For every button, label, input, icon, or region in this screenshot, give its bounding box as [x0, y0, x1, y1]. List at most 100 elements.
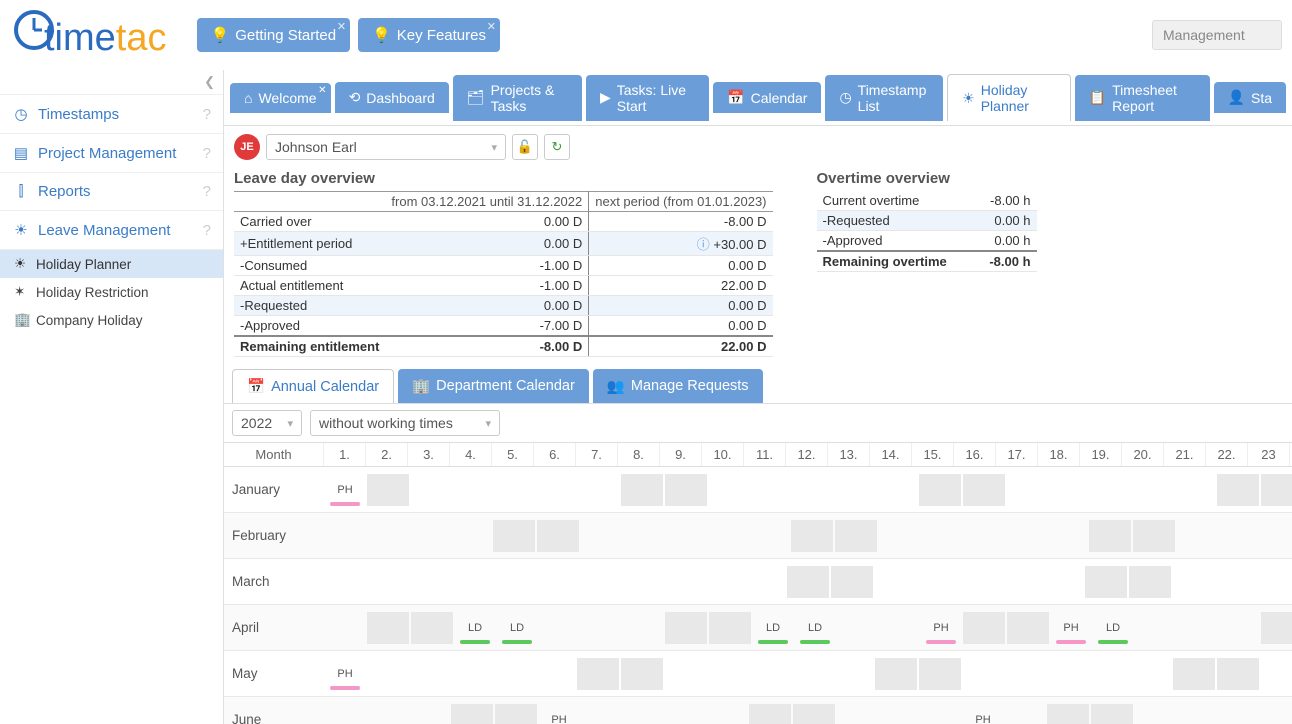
- day-cell[interactable]: [1089, 520, 1131, 552]
- day-cell[interactable]: [1217, 474, 1259, 506]
- day-cell[interactable]: PH: [920, 610, 962, 646]
- cal-tab-manage-requests[interactable]: 👥Manage Requests: [593, 369, 763, 403]
- day-cell[interactable]: [451, 704, 493, 724]
- day-cell[interactable]: [878, 518, 920, 554]
- day-cell[interactable]: [578, 472, 620, 508]
- day-cell[interactable]: [580, 610, 622, 646]
- day-cell[interactable]: [1174, 472, 1216, 508]
- day-cell[interactable]: [793, 704, 835, 724]
- day-cell[interactable]: [706, 702, 748, 724]
- day-cell[interactable]: [450, 656, 492, 692]
- day-cell[interactable]: PH: [324, 472, 366, 508]
- day-cell[interactable]: [874, 564, 916, 600]
- day-cell[interactable]: [962, 656, 1004, 692]
- day-cell[interactable]: [452, 472, 494, 508]
- day-cell[interactable]: LD: [752, 610, 794, 646]
- day-cell[interactable]: [1218, 610, 1260, 646]
- day-cell[interactable]: [367, 474, 409, 506]
- day-cell[interactable]: [1173, 658, 1215, 690]
- day-cell[interactable]: [1176, 610, 1218, 646]
- day-cell[interactable]: [665, 474, 707, 506]
- day-cell[interactable]: [621, 658, 663, 690]
- close-icon[interactable]: ✕: [487, 20, 496, 33]
- day-cell[interactable]: [536, 472, 578, 508]
- day-cell[interactable]: [831, 566, 873, 598]
- day-cell[interactable]: [1047, 704, 1089, 724]
- help-icon[interactable]: ?: [203, 222, 211, 239]
- tab-dashboard[interactable]: ⟲Dashboard: [335, 82, 449, 113]
- day-cell[interactable]: [1091, 704, 1133, 724]
- help-icon[interactable]: ?: [203, 145, 211, 162]
- day-cell[interactable]: [836, 702, 878, 724]
- day-cell[interactable]: [580, 518, 622, 554]
- tab-timestamp-list[interactable]: ◷Timestamp List: [825, 75, 943, 121]
- day-cell[interactable]: [1048, 472, 1090, 508]
- tab-welcome[interactable]: ⌂Welcome✕: [230, 83, 331, 113]
- day-cell[interactable]: [664, 518, 706, 554]
- help-icon[interactable]: ?: [203, 106, 211, 123]
- day-cell[interactable]: [1134, 610, 1176, 646]
- day-cell[interactable]: [576, 564, 618, 600]
- day-cell[interactable]: [618, 564, 660, 600]
- day-cell[interactable]: [408, 702, 450, 724]
- day-cell[interactable]: [366, 656, 408, 692]
- hint-button-0[interactable]: 💡Getting Started✕: [197, 18, 351, 52]
- day-cell[interactable]: [875, 658, 917, 690]
- refresh-button[interactable]: ↻: [544, 134, 570, 160]
- day-cell[interactable]: [538, 610, 580, 646]
- tab-calendar[interactable]: 📅Calendar: [713, 82, 821, 113]
- day-cell[interactable]: [706, 518, 748, 554]
- day-cell[interactable]: [622, 702, 664, 724]
- day-cell[interactable]: [580, 702, 622, 724]
- day-cell[interactable]: [876, 472, 918, 508]
- cal-tab-department-calendar[interactable]: 🏢Department Calendar: [398, 369, 589, 403]
- day-cell[interactable]: [1214, 564, 1256, 600]
- day-cell[interactable]: LD: [496, 610, 538, 646]
- day-cell[interactable]: [1260, 518, 1292, 554]
- day-cell[interactable]: [366, 564, 408, 600]
- day-cell[interactable]: [493, 520, 535, 552]
- year-select[interactable]: 2022▾: [232, 410, 302, 436]
- day-cell[interactable]: [958, 564, 1000, 600]
- day-cell[interactable]: [450, 564, 492, 600]
- day-cell[interactable]: [919, 474, 961, 506]
- day-cell[interactable]: [1000, 564, 1042, 600]
- day-cell[interactable]: [1218, 702, 1260, 724]
- day-cell[interactable]: [706, 656, 748, 692]
- day-cell[interactable]: [792, 472, 834, 508]
- day-cell[interactable]: [660, 564, 702, 600]
- day-cell[interactable]: [534, 564, 576, 600]
- sidebar-collapse[interactable]: ❮: [0, 70, 223, 95]
- day-cell[interactable]: [450, 518, 492, 554]
- close-icon[interactable]: ✕: [318, 85, 326, 96]
- tab-tasks-live-start[interactable]: ▶Tasks: Live Start: [586, 75, 709, 121]
- day-cell[interactable]: [495, 704, 537, 724]
- tab-projects-tasks[interactable]: 🗂Projects & Tasks: [453, 75, 582, 121]
- day-cell[interactable]: [919, 658, 961, 690]
- day-cell[interactable]: [1004, 518, 1046, 554]
- day-cell[interactable]: [1218, 518, 1260, 554]
- day-cell[interactable]: [411, 612, 453, 644]
- day-cell[interactable]: [665, 612, 707, 644]
- day-cell[interactable]: [1130, 656, 1172, 692]
- day-cell[interactable]: [744, 564, 786, 600]
- day-cell[interactable]: PH: [538, 702, 580, 724]
- day-cell[interactable]: [1172, 564, 1214, 600]
- unlock-button[interactable]: 🔓: [512, 134, 538, 160]
- day-cell[interactable]: [324, 702, 366, 724]
- day-cell[interactable]: [1129, 566, 1171, 598]
- info-icon[interactable]: ⓘ: [697, 237, 710, 252]
- sidebar-item-reports[interactable]: ⫿Reports?: [0, 173, 223, 211]
- day-cell[interactable]: [709, 612, 751, 644]
- day-cell[interactable]: [577, 658, 619, 690]
- mode-select[interactable]: without working times▾: [310, 410, 500, 436]
- day-cell[interactable]: [1088, 656, 1130, 692]
- day-cell[interactable]: [790, 656, 832, 692]
- day-cell[interactable]: [1176, 702, 1218, 724]
- hint-button-1[interactable]: 💡Key Features✕: [358, 18, 500, 52]
- tab-holiday-planner[interactable]: ☀Holiday Planner: [947, 74, 1071, 121]
- day-cell[interactable]: [1090, 472, 1132, 508]
- management-select[interactable]: Management: [1152, 20, 1282, 50]
- day-cell[interactable]: [1006, 472, 1048, 508]
- day-cell[interactable]: LD: [1092, 610, 1134, 646]
